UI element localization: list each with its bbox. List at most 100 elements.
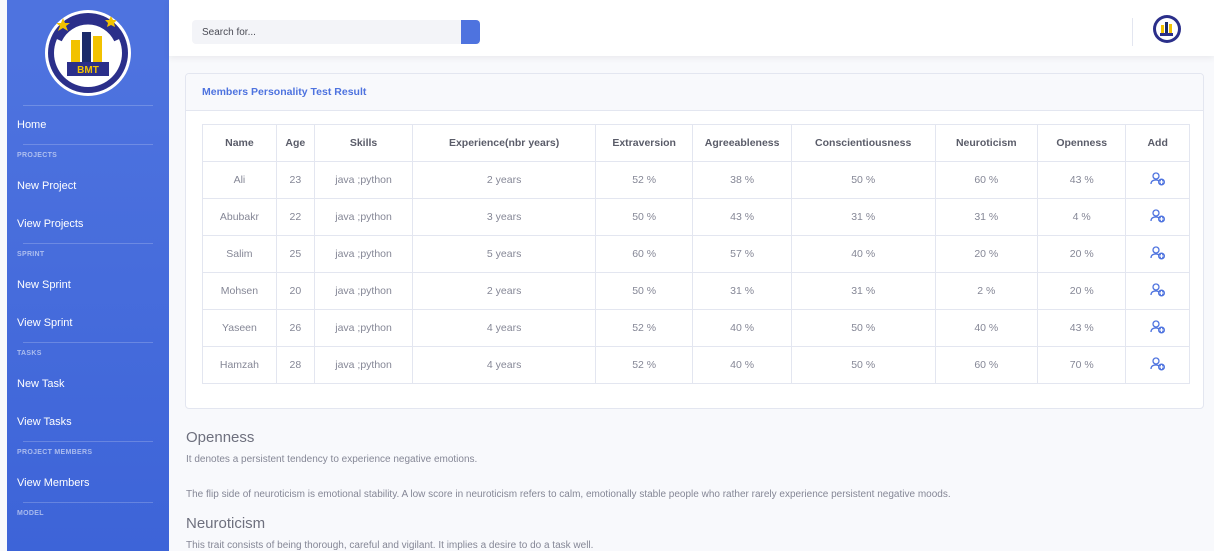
add-user-icon[interactable]: [1150, 171, 1166, 189]
sidebar-heading-projects: PROJECTS: [17, 152, 58, 159]
add-cell: [1125, 161, 1190, 199]
column-header: Name: [202, 124, 277, 162]
neuroticism-title: Neuroticism: [186, 515, 266, 532]
add-cell: [1125, 235, 1190, 273]
table-header-row: Name Age Skills Experience(nbr years) Extrav…: [202, 124, 1190, 162]
table-cell: 40 %: [790, 235, 936, 273]
table-cell: Hamzah: [202, 346, 277, 384]
table-cell: 52 %: [594, 346, 694, 384]
flip-side-text: The flip side of neuroticism is emotiona…: [186, 489, 951, 500]
table-cell: 31 %: [934, 198, 1039, 236]
sidebar-item-view-members[interactable]: View Members: [7, 464, 169, 502]
table-cell: 50 %: [790, 309, 936, 347]
table-cell: 4 years: [412, 309, 596, 347]
column-header: Agreeableness: [692, 124, 792, 162]
column-header: Skills: [313, 124, 414, 162]
sidebar-item-view-tasks[interactable]: View Tasks: [7, 403, 169, 441]
neuroticism-flip-description: The flip side of neuroticism is emotiona…: [186, 489, 1186, 500]
add-user-icon[interactable]: [1150, 208, 1166, 226]
sidebar: BMT Home PROJECTS New Project View Proje…: [7, 0, 169, 551]
table-cell: 3 years: [412, 198, 596, 236]
card-title: Members Personality Test Result: [202, 86, 367, 98]
table-cell: 2 years: [412, 161, 596, 199]
table-cell: 50 %: [594, 198, 694, 236]
sidebar-heading-project-members: PROJECT MEMBERS: [17, 449, 93, 456]
table-cell: 4 years: [412, 346, 596, 384]
sidebar-heading-sprint: SPRINT: [17, 251, 45, 258]
table-cell: 70 %: [1037, 346, 1127, 384]
topbar-divider: [1132, 18, 1133, 46]
personality-results-card: Members Personality Test Result Name Age S…: [185, 73, 1204, 409]
add-user-icon[interactable]: [1150, 245, 1166, 263]
table-cell: 20 %: [1037, 272, 1127, 310]
add-user-icon[interactable]: [1150, 282, 1166, 300]
sidebar-item-view-projects[interactable]: View Projects: [7, 205, 169, 243]
sidebar-brand[interactable]: BMT: [7, 0, 169, 105]
column-header: Age: [275, 124, 315, 162]
user-avatar[interactable]: [1152, 14, 1182, 44]
table-cell: 2 years: [412, 272, 596, 310]
table-cell: 40 %: [692, 309, 792, 347]
neuroticism-section: Neuroticism: [186, 515, 1186, 532]
add-cell: [1125, 346, 1190, 384]
table-cell: 43 %: [692, 198, 792, 236]
table-cell: 60 %: [934, 346, 1039, 384]
table-cell: java ;python: [313, 198, 414, 236]
add-user-icon[interactable]: [1150, 319, 1166, 337]
card-header: Members Personality Test Result: [186, 74, 1203, 111]
sidebar-heading-tasks: TASKS: [17, 350, 42, 357]
table-cell: Yaseen: [202, 309, 277, 347]
table-cell: 50 %: [790, 346, 936, 384]
table-cell: 28: [275, 346, 315, 384]
table-cell: 31 %: [692, 272, 792, 310]
openness-text: It denotes a persistent tendency to expe…: [186, 454, 478, 465]
table-row: Hamzah 28 java ;python 4 years 52 % 40 % 50 % 6…: [202, 346, 1190, 384]
table-cell: java ;python: [313, 161, 414, 199]
add-cell: [1125, 309, 1190, 347]
bmt-logo[interactable]: BMT: [45, 9, 131, 96]
table-cell: 57 %: [692, 235, 792, 273]
table-cell: 52 %: [594, 161, 694, 199]
svg-text:BMT: BMT: [77, 65, 99, 76]
table-cell: Ali: [202, 161, 277, 199]
table-cell: 31 %: [790, 198, 936, 236]
table-cell: Mohsen: [202, 272, 277, 310]
table-cell: 5 years: [412, 235, 596, 273]
table-cell: 40 %: [692, 346, 792, 384]
results-table: Name Age Skills Experience(nbr years) Extrav…: [202, 124, 1190, 384]
table-cell: Abubakr: [202, 198, 277, 236]
table-row: Abubakr 22 java ;python 3 years 50 % 43 % 31 %…: [202, 198, 1190, 236]
table-cell: 4 %: [1037, 198, 1127, 236]
sidebar-item-new-project[interactable]: New Project: [7, 167, 169, 205]
column-header: Openness: [1037, 124, 1127, 162]
sidebar-item-new-task[interactable]: New Task: [7, 365, 169, 403]
table-cell: 26: [275, 309, 315, 347]
column-header: Experience(nbr years): [412, 124, 596, 162]
table-row: Yaseen 26 java ;python 4 years 52 % 40 % 50 % 4…: [202, 309, 1190, 347]
search-button[interactable]: [461, 20, 480, 44]
add-cell: [1125, 272, 1190, 310]
sidebar-item-home[interactable]: Home: [7, 106, 169, 144]
add-cell: [1125, 198, 1190, 236]
column-header: Extraversion: [594, 124, 694, 162]
search-input[interactable]: [192, 20, 462, 44]
sidebar-item-new-sprint[interactable]: New Sprint: [7, 266, 169, 304]
table-cell: 43 %: [1037, 161, 1127, 199]
table-cell: Salim: [202, 235, 277, 273]
column-header: Conscientiousness: [790, 124, 936, 162]
table-cell: 25: [275, 235, 315, 273]
table-cell: 38 %: [692, 161, 792, 199]
neuroticism-description: This trait consists of being thorough, c…: [186, 540, 1186, 551]
table-cell: 2 %: [934, 272, 1039, 310]
table-cell: 60 %: [594, 235, 694, 273]
openness-description: It denotes a persistent tendency to expe…: [186, 454, 1186, 465]
sidebar-heading-model: MODEL: [17, 510, 44, 517]
sidebar-item-view-sprint[interactable]: View Sprint: [7, 304, 169, 342]
table-row: Ali 23 java ;python 2 years 52 % 38 % 50 % 60 %…: [202, 161, 1190, 199]
table-cell: 22: [275, 198, 315, 236]
table-cell: 20: [275, 272, 315, 310]
openness-title: Openness: [186, 429, 255, 446]
table-cell: 20 %: [1037, 235, 1127, 273]
table-cell: java ;python: [313, 346, 414, 384]
add-user-icon[interactable]: [1150, 356, 1166, 374]
